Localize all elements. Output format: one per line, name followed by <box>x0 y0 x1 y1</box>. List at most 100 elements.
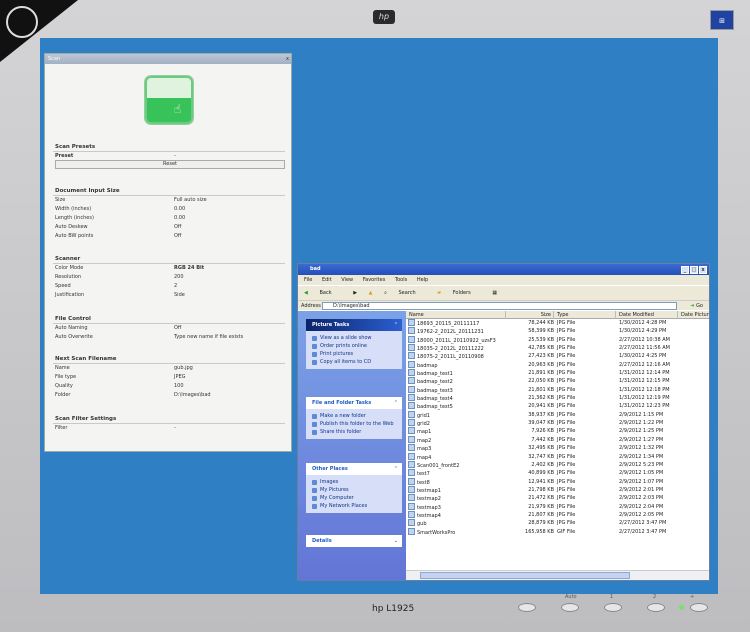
setting-row[interactable]: Justification Side <box>55 291 285 300</box>
forward-button[interactable]: ▶ <box>353 290 357 296</box>
menu-help[interactable]: Help <box>417 277 428 283</box>
setting-row[interactable]: Auto BW points Off <box>55 232 285 241</box>
collapse-icon[interactable]: ⌃ <box>394 463 398 475</box>
my-computer-link[interactable]: My Computer <box>306 494 402 502</box>
file-row[interactable]: badmap_test5 20,941 KB JPG File 1/31/2012 1… <box>406 402 709 410</box>
minimize-icon[interactable]: _ <box>681 266 689 274</box>
close-icon[interactable]: x <box>699 266 707 274</box>
monitor-menu-button[interactable] <box>518 603 536 612</box>
setting-row[interactable]: Speed 2 <box>55 282 285 291</box>
file-tasks-header[interactable]: File and Folder Tasks ⌃ <box>306 397 402 409</box>
file-row[interactable]: map3 32,495 KB JPG File 2/9/2012 1:32 PM <box>406 444 709 452</box>
column-name[interactable]: Name <box>406 311 506 319</box>
file-row[interactable]: grid1 38,937 KB JPG File 2/9/2012 1:15 PM <box>406 411 709 419</box>
file-row[interactable]: gub 28,879 KB JPG File 2/27/2012 3:47 PM <box>406 519 709 527</box>
power-button[interactable] <box>690 603 708 612</box>
file-row[interactable]: testmap2 21,472 KB JPG File 2/9/2012 2:03 P… <box>406 494 709 502</box>
setting-value: 100 <box>174 383 184 389</box>
menu-view[interactable]: View <box>341 277 353 283</box>
back-button[interactable]: ◀ Back <box>304 290 342 296</box>
go-button[interactable]: ➜ Go <box>690 301 703 311</box>
file-row[interactable]: 18075-2_2011L_20110908 27,423 KB JPG File 1… <box>406 352 709 360</box>
monitor-auto-button[interactable] <box>561 603 579 612</box>
setting-row[interactable]: Size Full auto size <box>55 196 285 205</box>
hp-logo: hp <box>373 10 395 24</box>
views-icon[interactable]: ▦ <box>492 290 497 296</box>
file-row[interactable]: badmap_test4 21,362 KB JPG File 1/31/2012 1… <box>406 394 709 402</box>
maximize-icon[interactable]: □ <box>690 266 698 274</box>
other-places-header[interactable]: Other Places ⌃ <box>306 463 402 475</box>
reset-button[interactable]: Reset <box>55 160 285 169</box>
menu-edit[interactable]: Edit <box>322 277 332 283</box>
details-header[interactable]: Details ⌄ <box>306 535 402 547</box>
file-tasks-title: File and Folder Tasks <box>312 400 372 406</box>
file-row[interactable]: test7 40,899 KB JPG File 2/9/2012 1:05 PM <box>406 469 709 477</box>
share-folder-link[interactable]: Share this folder <box>306 428 402 436</box>
setting-row[interactable]: Filter - <box>55 424 285 433</box>
picture-tasks-list: View as a slide show Order prints online… <box>306 331 402 369</box>
file-row[interactable]: grid2 39,047 KB JPG File 2/9/2012 1:22 PM <box>406 419 709 427</box>
menu-file[interactable]: File <box>304 277 312 283</box>
file-row[interactable]: Scan001_frontE2 2,402 KB JPG File 2/9/2012 … <box>406 461 709 469</box>
column-date-modified[interactable]: Date Modified <box>616 311 678 319</box>
up-folder-icon[interactable]: ▲ <box>369 290 373 296</box>
file-row[interactable]: badmap 20,963 KB JPG File 2/27/2012 12:16 A… <box>406 361 709 369</box>
collapse-icon[interactable]: ⌃ <box>394 397 398 409</box>
explorer-titlebar[interactable]: bad _ □ x <box>298 264 709 275</box>
setting-row[interactable]: File type JPEG <box>55 373 285 382</box>
publish-folder-link[interactable]: Publish this folder to the Web <box>306 420 402 428</box>
file-row[interactable]: SmartWorksPro 165,958 KB GIF File 2/27/2012… <box>406 528 709 536</box>
setting-row[interactable]: Width (inches) 0.00 <box>55 205 285 214</box>
view-slideshow-link[interactable]: View as a slide show <box>306 334 402 342</box>
file-row[interactable]: 19762-2_2012L_20111231 58,399 KB JPG File 1… <box>406 327 709 335</box>
images-link[interactable]: Images <box>306 478 402 486</box>
setting-row[interactable]: Quality 100 <box>55 382 285 391</box>
address-input[interactable]: D:\Images\bad <box>322 302 677 310</box>
column-date-picture[interactable]: Date Picture <box>678 311 709 319</box>
file-row[interactable]: 18035-2_2012L_20111222 42,785 KB JPG File 2… <box>406 344 709 352</box>
file-row[interactable]: testmap4 21,807 KB JPG File 2/9/2012 2:05 P… <box>406 511 709 519</box>
scrollbar-thumb[interactable] <box>420 572 630 579</box>
file-row[interactable]: test8 12,941 KB JPG File 2/9/2012 1:07 PM <box>406 478 709 486</box>
file-row[interactable]: testmap3 21,979 KB JPG File 2/9/2012 2:04 P… <box>406 503 709 511</box>
setting-row[interactable]: Length (inches) 0.00 <box>55 214 285 223</box>
monitor-button-2[interactable] <box>647 603 665 612</box>
file-row[interactable]: map4 32,747 KB JPG File 2/9/2012 1:34 PM <box>406 453 709 461</box>
folders-button[interactable]: ▰ Folders <box>437 290 481 296</box>
setting-row[interactable]: Name gub.jpg <box>55 364 285 373</box>
my-pictures-link[interactable]: My Pictures <box>306 486 402 494</box>
setting-row[interactable]: Resolution 200 <box>55 273 285 282</box>
setting-row[interactable]: Auto Overwrite Type new name if file exis… <box>55 333 285 342</box>
my-network-places-link[interactable]: My Network Places <box>306 502 402 510</box>
file-row[interactable]: map2 7,442 KB JPG File 2/9/2012 1:27 PM <box>406 436 709 444</box>
scan-button[interactable]: ☝ <box>145 76 193 124</box>
file-row[interactable]: badmap_test2 22,050 KB JPG File 1/31/2012 1… <box>406 377 709 385</box>
copy-to-cd-link[interactable]: Copy all items to CD <box>306 358 402 366</box>
file-date: 2/9/2012 1:32 PM <box>619 445 664 452</box>
monitor-button-1[interactable] <box>604 603 622 612</box>
picture-tasks-header[interactable]: Picture Tasks ⌃ <box>306 319 402 331</box>
collapse-icon[interactable]: ⌃ <box>394 319 398 331</box>
close-icon[interactable]: x <box>286 54 289 64</box>
column-type[interactable]: Type <box>554 311 616 319</box>
setting-row[interactable]: Auto Deskew Off <box>55 223 285 232</box>
new-folder-link[interactable]: Make a new folder <box>306 412 402 420</box>
file-row[interactable]: badmap_test1 21,891 KB JPG File 1/31/2012 1… <box>406 369 709 377</box>
print-pictures-link[interactable]: Print pictures <box>306 350 402 358</box>
file-row[interactable]: map1 7,926 KB JPG File 2/9/2012 1:25 PM <box>406 427 709 435</box>
scan-window-titlebar[interactable]: Scan x <box>45 54 291 64</box>
order-prints-link[interactable]: Order prints online <box>306 342 402 350</box>
file-row[interactable]: testmap1 21,798 KB JPG File 2/9/2012 2:01 P… <box>406 486 709 494</box>
file-row[interactable]: 18693_20115_20111117 78,244 KB JPG File 1/3… <box>406 319 709 327</box>
search-button[interactable]: ⌕ Search <box>384 290 426 296</box>
file-row[interactable]: badmap_test3 21,801 KB JPG File 1/31/2012 1… <box>406 386 709 394</box>
setting-row[interactable]: Auto Naming Off <box>55 324 285 333</box>
horizontal-scrollbar[interactable] <box>406 570 709 580</box>
expand-icon[interactable]: ⌄ <box>394 535 398 547</box>
setting-row[interactable]: Color Mode RGB 24 Bit <box>55 264 285 273</box>
menu-tools[interactable]: Tools <box>395 277 407 283</box>
menu-favorites[interactable]: Favorites <box>363 277 386 283</box>
column-size[interactable]: Size <box>506 311 554 319</box>
setting-row[interactable]: Folder D:\Images\bad <box>55 391 285 400</box>
file-row[interactable]: 18000_2011L_20110922_uzsF3 25,539 KB JPG F… <box>406 336 709 344</box>
